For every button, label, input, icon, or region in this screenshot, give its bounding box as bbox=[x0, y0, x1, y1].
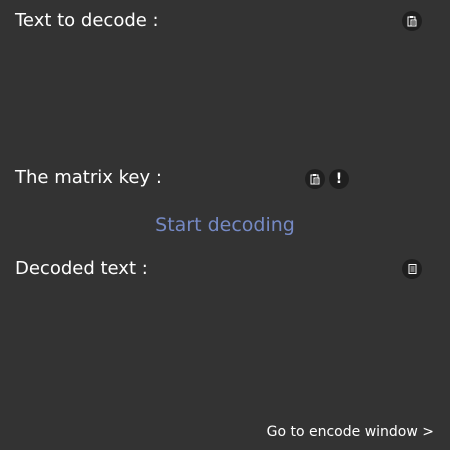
paste-decode-text-button[interactable] bbox=[402, 11, 422, 31]
matrix-key-label: The matrix key : bbox=[15, 167, 162, 188]
decoded-text-label: Decoded text : bbox=[15, 258, 148, 279]
matrix-key-info-button[interactable]: ! bbox=[329, 169, 349, 189]
decoder-window: Text to decode : The matrix key : ! Star… bbox=[0, 0, 450, 450]
paste-icon bbox=[310, 174, 320, 185]
start-decoding-button[interactable]: Start decoding bbox=[0, 213, 450, 237]
paste-icon bbox=[407, 16, 417, 27]
copy-decoded-text-button[interactable] bbox=[402, 259, 422, 279]
copy-icon bbox=[408, 264, 417, 274]
decode-text-area[interactable] bbox=[15, 38, 435, 158]
go-to-encode-link[interactable]: Go to encode window > bbox=[267, 423, 434, 441]
paste-matrix-key-button[interactable] bbox=[305, 169, 325, 189]
exclamation-icon: ! bbox=[335, 171, 343, 187]
decode-input-label: Text to decode : bbox=[15, 10, 159, 31]
decoded-text-area[interactable] bbox=[15, 285, 435, 410]
